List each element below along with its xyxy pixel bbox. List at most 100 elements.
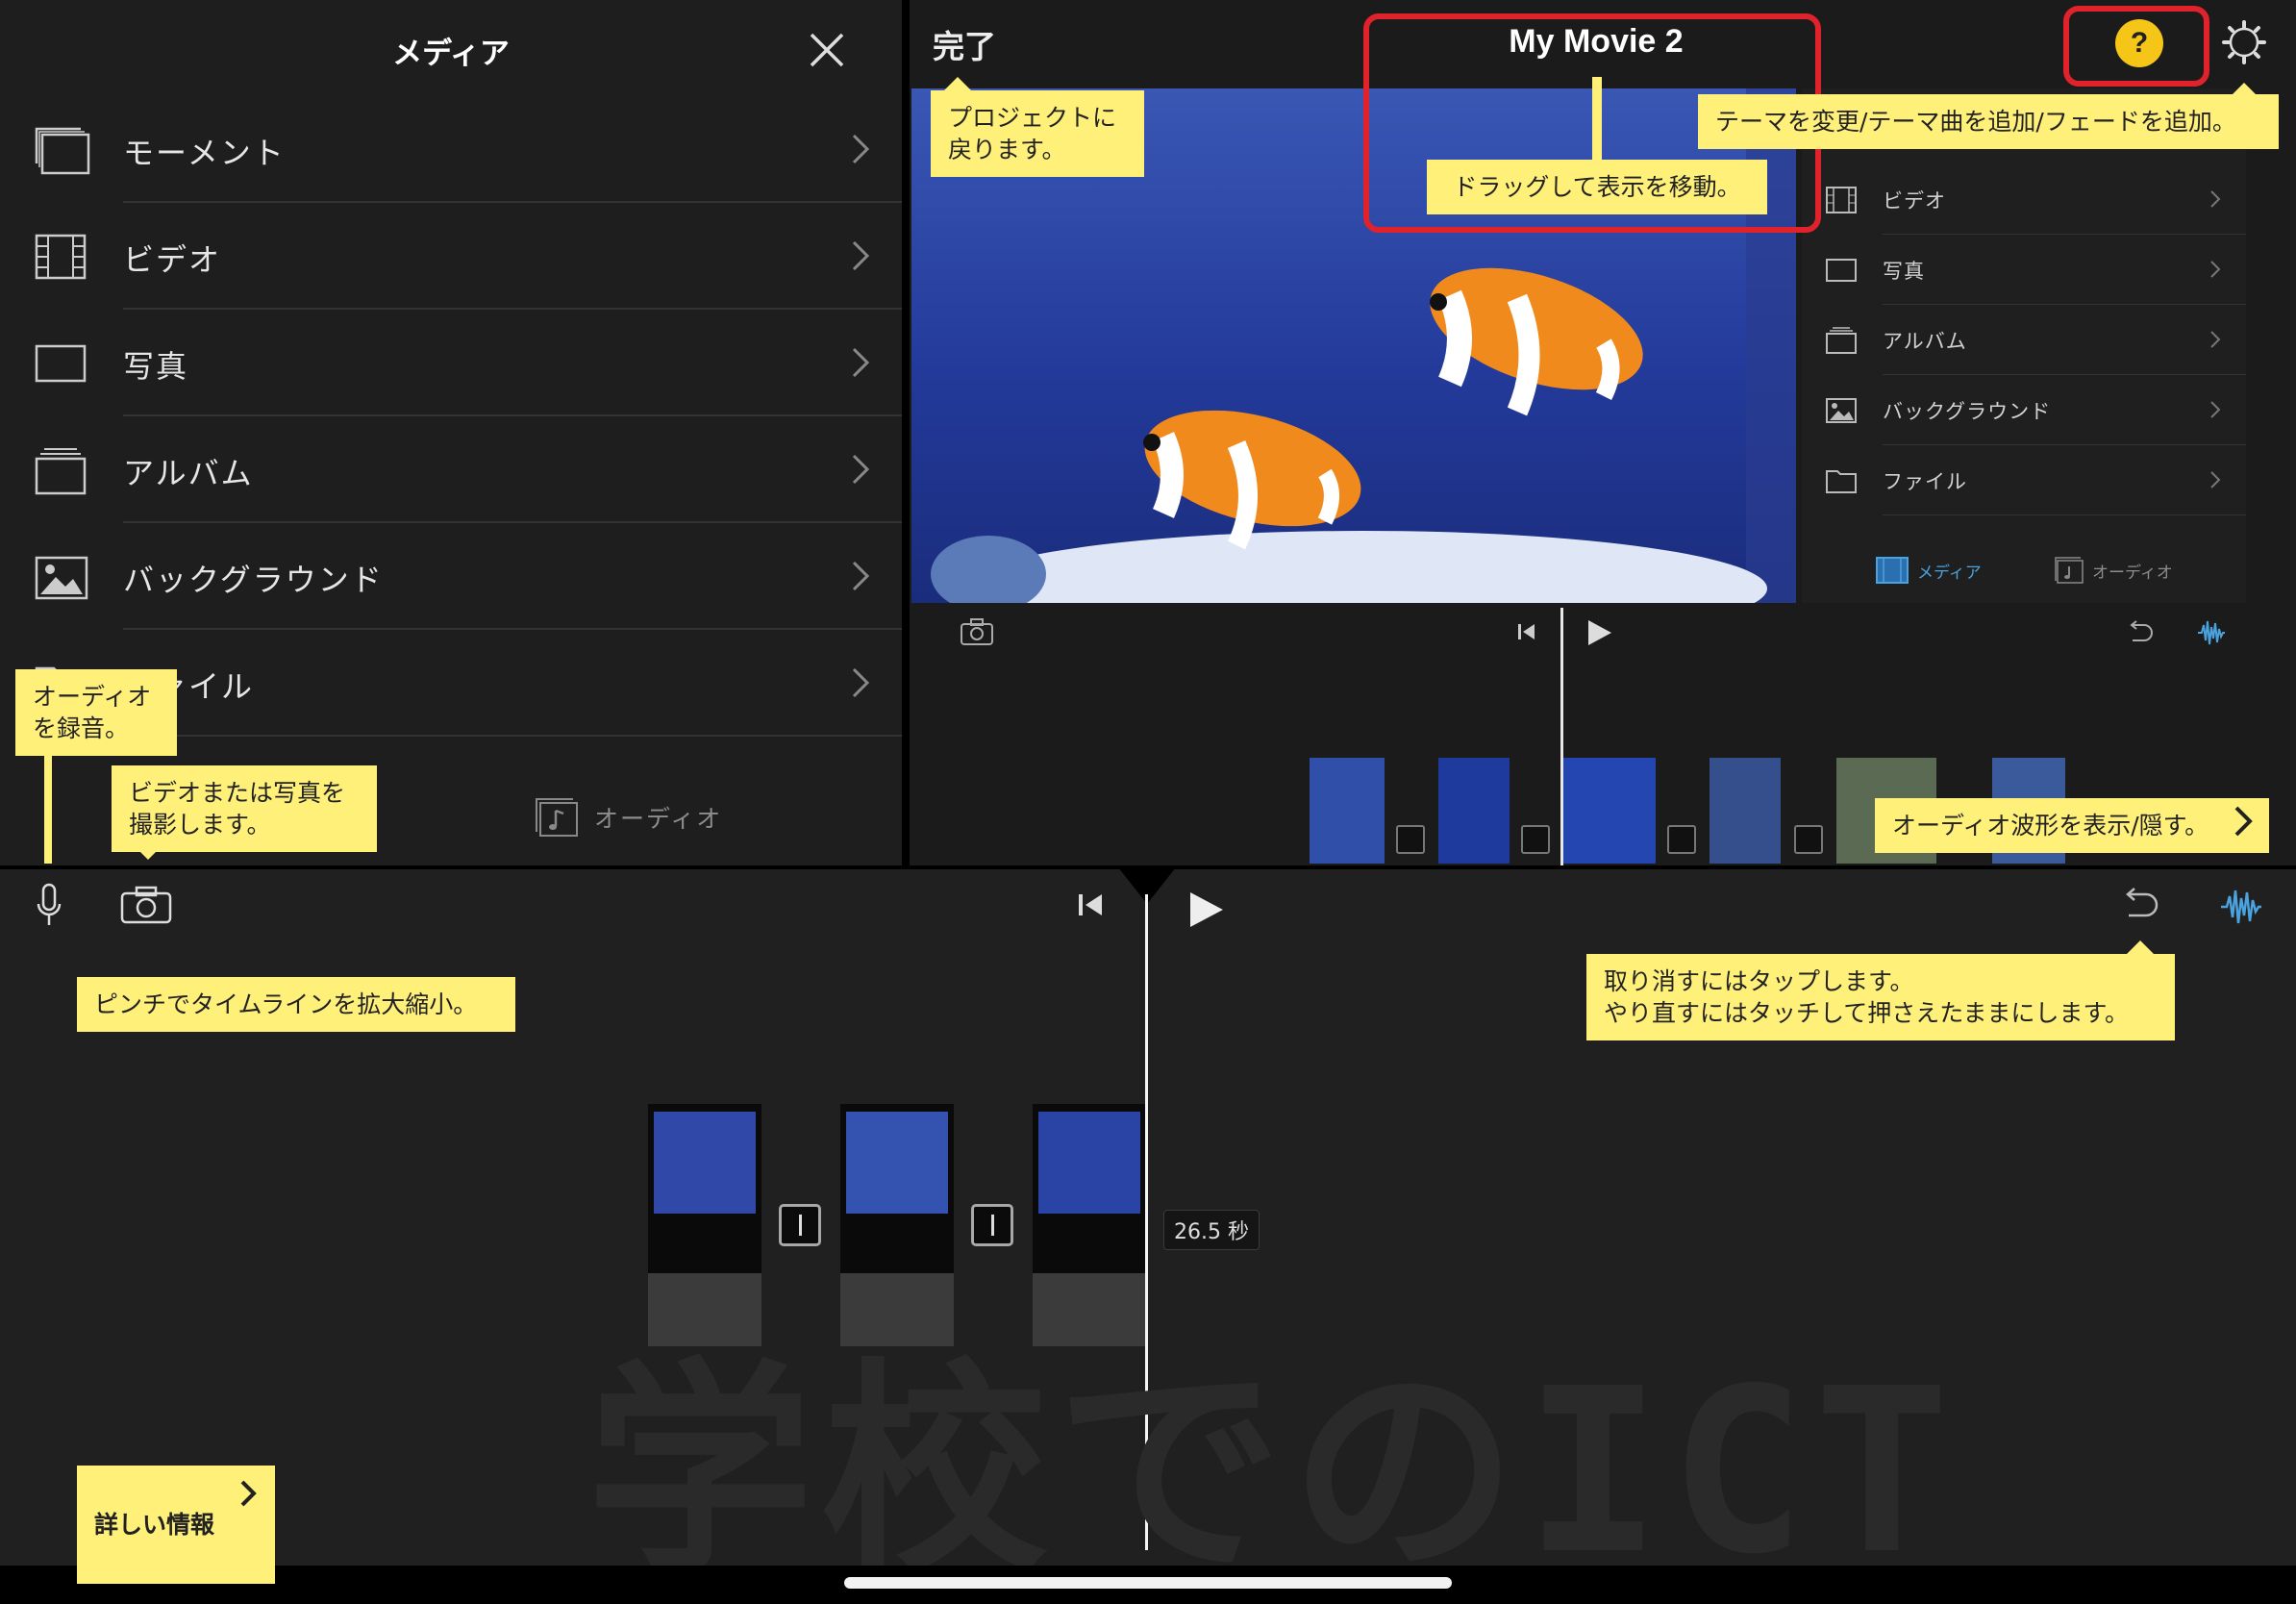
tip-pointer [944, 77, 971, 90]
undo-icon[interactable] [2123, 619, 2154, 646]
mini-item-label: ファイル [1883, 470, 1967, 493]
skip-to-start-icon[interactable] [1515, 621, 1538, 642]
clip-thumbnail [1038, 1112, 1140, 1214]
photo-frame-icon [1826, 259, 1857, 282]
chevron-right-icon [852, 454, 870, 485]
film-icon [1826, 187, 1857, 213]
undo-icon[interactable] [2115, 885, 2159, 923]
more-info-label: 詳しい情報 [94, 1511, 215, 1539]
mini-item-video[interactable]: ビデオ [1802, 164, 2246, 235]
mini-item-albums[interactable]: アルバム [1802, 305, 2246, 375]
mini-tab-media[interactable]: メディア [1875, 556, 1982, 585]
highlight-box [2063, 6, 2209, 87]
folder-icon [1826, 470, 1857, 493]
transition-icon[interactable] [779, 1204, 821, 1246]
chevron-right-icon [2210, 190, 2221, 208]
tip-back-to-projects: プロジェクトに 戻ります。 [931, 90, 1144, 177]
mini-item-backgrounds[interactable]: バックグラウンド [1802, 375, 2246, 445]
landscape-image-icon [35, 556, 88, 600]
mini-item-files[interactable]: ファイル [1802, 445, 2246, 515]
media-item-video[interactable]: ビデオ [0, 203, 902, 310]
audio-waveform-icon[interactable] [2219, 885, 2263, 929]
mini-item-photos[interactable]: 写真 [1802, 235, 2246, 305]
chevron-right-icon [2210, 471, 2221, 489]
camera-icon[interactable] [119, 885, 173, 925]
transition-icon[interactable] [1794, 825, 1823, 854]
music-note-icon [536, 798, 578, 837]
divider [1883, 514, 2246, 515]
gear-icon[interactable] [2221, 19, 2267, 65]
chevron-right-icon [852, 561, 870, 591]
mini-media-panel: ビデオ 写真 アルバム バックグラウンド ファイル メディア オーディオ [1802, 88, 2246, 603]
tip-record-audio: オーディオ を録音。 [15, 669, 177, 756]
tip-pointer [44, 744, 52, 864]
media-item-moments[interactable]: モーメント [0, 96, 902, 203]
chevron-right-icon [852, 134, 870, 164]
duration-label: 26.5 秒 [1163, 1210, 1260, 1250]
media-item-label: ビデオ [123, 241, 222, 278]
chevron-right-icon [2210, 401, 2221, 418]
album-stack-icon [35, 448, 87, 495]
divider [123, 735, 902, 737]
done-button[interactable]: 完了 [933, 21, 996, 67]
media-item-label: バックグラウンド [123, 562, 384, 598]
chevron-right-icon [2210, 331, 2221, 348]
play-icon[interactable] [1585, 617, 1613, 648]
mini-toolbar [911, 608, 2246, 660]
chevron-right-icon [240, 1480, 257, 1507]
timeline-clip[interactable] [1563, 758, 1656, 864]
clip-thumbnail [846, 1112, 948, 1214]
media-item-label: アルバム [123, 455, 254, 491]
moments-icon [35, 127, 90, 175]
play-icon[interactable] [1186, 889, 1225, 931]
timeline-clip[interactable] [1310, 758, 1385, 864]
tip-drag-to-move: ドラッグして表示を移動。 [1427, 160, 1767, 214]
tip-theme-settings: テーマを変更/テーマ曲を追加/フェードを追加。 [1698, 94, 2279, 149]
tip-pinch-zoom: ピンチでタイムラインを拡大縮小。 [77, 977, 515, 1032]
clip-thumbnail [654, 1112, 756, 1214]
mini-item-label: アルバム [1883, 330, 1967, 353]
more-info-button[interactable]: 詳しい情報 [77, 1466, 275, 1584]
tab-audio-label: オーディオ [594, 805, 723, 833]
chevron-right-icon [852, 240, 870, 271]
media-item-label: モーメント [123, 135, 286, 171]
microphone-icon[interactable] [35, 883, 63, 929]
transition-icon[interactable] [1667, 825, 1696, 854]
media-panel-title: メディア [392, 37, 510, 71]
timeline-clip[interactable] [1710, 758, 1781, 864]
tip-pointer [135, 846, 162, 860]
skip-to-start-icon[interactable] [1075, 890, 1106, 919]
transition-icon[interactable] [1396, 825, 1425, 854]
tab-audio[interactable]: オーディオ [533, 794, 722, 840]
chevron-right-icon [852, 667, 870, 698]
media-item-backgrounds[interactable]: バックグラウンド [0, 523, 902, 630]
photo-frame-icon [35, 344, 87, 383]
watermark: 学校でのICT [586, 1340, 1959, 1604]
tip-pointer [2127, 940, 2154, 954]
mini-item-label: 写真 [1883, 260, 1925, 283]
media-item-label: 写真 [123, 348, 189, 385]
tip-undo-redo: 取り消すにはタップします。 やり直すにはタッチして押さえたままにします。 [1586, 954, 2175, 1040]
tip-capture-camera: ビデオまたは写真を 撮影します。 [112, 765, 377, 852]
landscape-image-icon [1826, 398, 1857, 423]
home-indicator[interactable] [844, 1577, 1452, 1589]
timeline-clip[interactable] [1438, 758, 1510, 864]
chevron-right-icon [2210, 261, 2221, 278]
album-stack-icon [1826, 327, 1857, 354]
media-item-photos[interactable]: 写真 [0, 310, 902, 416]
mini-tab-audio-label: オーディオ [2092, 563, 2173, 583]
mini-item-label: バックグラウンド [1883, 400, 2052, 423]
film-icon [35, 234, 87, 280]
mini-playhead[interactable] [1560, 608, 1563, 865]
transition-icon[interactable] [1521, 825, 1550, 854]
mini-tab-audio[interactable]: オーディオ [2054, 556, 2173, 585]
camera-icon[interactable] [960, 617, 994, 646]
close-icon[interactable] [806, 29, 848, 71]
music-note-icon [2055, 557, 2084, 584]
chevron-right-icon [2234, 806, 2253, 837]
transition-icon[interactable] [971, 1204, 1013, 1246]
audio-waveform-icon[interactable] [2196, 617, 2227, 648]
tip-pointer [1592, 77, 1602, 160]
tip-toggle-waveform: オーディオ波形を表示/隠す。 [1875, 798, 2269, 853]
media-item-albums[interactable]: アルバム [0, 416, 902, 523]
